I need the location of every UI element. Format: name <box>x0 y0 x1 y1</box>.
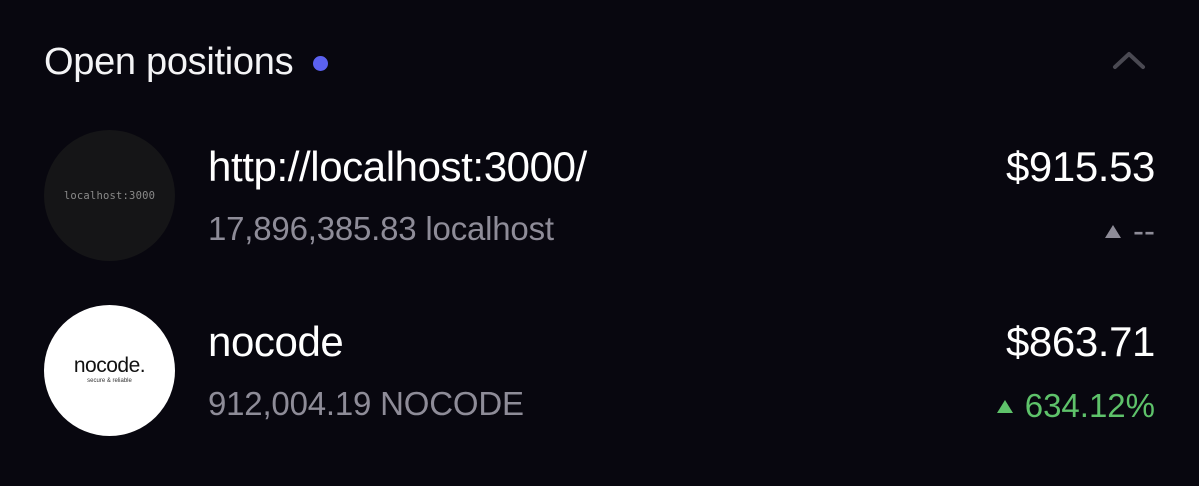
price-change-value: 634.12% <box>1024 387 1155 424</box>
token-name: nocode <box>208 318 344 365</box>
position-row-nocode[interactable]: nocode. secure & reliable nocode 912,004… <box>0 305 1199 437</box>
avatar-logo-word: nocode. <box>73 354 146 377</box>
token-amount: 912,004.19 NOCODE <box>208 385 524 422</box>
collapse-button[interactable] <box>1106 42 1152 78</box>
avatar-logo-tagline: secure & reliable <box>87 378 132 384</box>
open-positions-panel: Open positions localhost:3000 http://loc… <box>0 0 1199 486</box>
position-value: $863.71 <box>1005 318 1155 365</box>
price-change-value: -- <box>1133 212 1155 249</box>
avatar-logo-text: localhost:3000 <box>63 189 156 202</box>
chevron-up-icon <box>1113 52 1145 69</box>
price-change: -- <box>1105 212 1155 250</box>
token-amount: 17,896,385.83 localhost <box>208 210 554 247</box>
position-value: $915.53 <box>1005 143 1155 190</box>
price-change: 634.12% <box>996 387 1155 425</box>
section-header: Open positions <box>44 36 329 88</box>
position-row-localhost[interactable]: localhost:3000 http://localhost:3000/ 17… <box>0 130 1199 262</box>
triangle-up-icon <box>1105 224 1122 238</box>
section-title: Open positions <box>44 40 294 83</box>
token-avatar: localhost:3000 <box>44 130 175 261</box>
token-avatar: nocode. secure & reliable <box>44 305 175 436</box>
status-dot <box>313 55 329 71</box>
triangle-up-icon <box>996 399 1013 413</box>
token-name: http://localhost:3000/ <box>208 143 587 190</box>
